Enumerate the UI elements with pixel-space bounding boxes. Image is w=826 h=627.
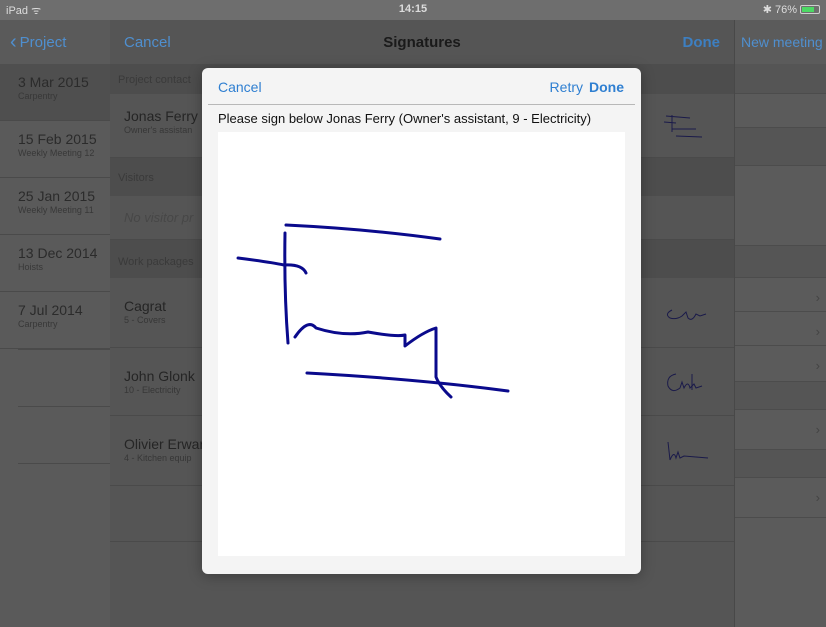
chevron-right-icon: › bbox=[815, 324, 820, 339]
meeting-list-item[interactable]: 7 Jul 2014 Carpentry bbox=[0, 292, 117, 349]
detail-row[interactable]: › bbox=[735, 410, 826, 450]
detail-section-header bbox=[735, 450, 826, 478]
back-to-project-button[interactable]: ‹ Project bbox=[0, 20, 117, 64]
status-clock: 14:15 bbox=[398, 3, 428, 15]
meeting-date: 25 Jan 2015 bbox=[18, 188, 96, 204]
meeting-subtitle: Hoists bbox=[18, 262, 44, 272]
list-divider bbox=[18, 463, 117, 520]
dialog-header: Cancel Retry Done bbox=[202, 68, 641, 104]
signature-thumbnail bbox=[667, 441, 709, 461]
signature-canvas[interactable] bbox=[218, 132, 625, 556]
chevron-left-icon: ‹ bbox=[10, 31, 17, 53]
battery-indicator: ✱ 76% bbox=[763, 3, 820, 16]
back-label: Project bbox=[19, 33, 67, 51]
chevron-right-icon: › bbox=[815, 422, 820, 437]
detail-row[interactable]: › bbox=[735, 478, 826, 518]
battery-icon bbox=[800, 5, 820, 14]
meeting-date: 15 Feb 2015 bbox=[18, 131, 97, 147]
detail-section-header bbox=[735, 128, 826, 166]
meeting-list-item[interactable]: 13 Dec 2014 Hoists bbox=[0, 235, 117, 292]
meeting-date: 7 Jul 2014 bbox=[18, 302, 83, 318]
chevron-right-icon: › bbox=[815, 290, 820, 305]
meeting-list-item[interactable]: 25 Jan 2015 Weekly Meeting 11 bbox=[0, 178, 117, 235]
chevron-right-icon: › bbox=[815, 358, 820, 373]
list-divider bbox=[18, 406, 117, 463]
meeting-date: 13 Dec 2014 bbox=[18, 245, 98, 261]
detail-row[interactable]: › bbox=[735, 278, 826, 312]
signature-thumbnail bbox=[663, 115, 703, 138]
dialog-cancel-button[interactable]: Cancel bbox=[218, 79, 262, 95]
new-meeting-button[interactable]: New meeting bbox=[735, 20, 826, 64]
status-bar: iPad ᯤ 14:15 ✱ 76% bbox=[0, 0, 826, 20]
sign-instructions: Please sign below Jonas Ferry (Owner's a… bbox=[218, 111, 592, 126]
meeting-list: 3 Mar 2015 Carpentry 15 Feb 2015 Weekly … bbox=[0, 64, 117, 520]
meeting-list-pane: ‹ Project 3 Mar 2015 Carpentry 15 Feb 20… bbox=[0, 20, 118, 627]
meeting-date: 3 Mar 2015 bbox=[18, 74, 89, 90]
detail-row[interactable]: › bbox=[735, 312, 826, 346]
detail-section-header bbox=[735, 246, 826, 278]
detail-row bbox=[735, 94, 826, 128]
dialog-retry-button[interactable]: Retry bbox=[550, 79, 583, 95]
signatures-nav-bar: Cancel Signatures Done bbox=[110, 20, 734, 64]
bluetooth-icon: ✱ bbox=[762, 4, 772, 16]
battery-percent: 76% bbox=[774, 3, 797, 16]
list-divider bbox=[18, 349, 117, 406]
signature-thumbnail bbox=[667, 373, 703, 392]
page-title: Signatures bbox=[383, 34, 461, 51]
dialog-done-button[interactable]: Done bbox=[589, 79, 624, 95]
signature-dialog: Cancel Retry Done Please sign below Jona… bbox=[202, 68, 641, 574]
detail-section-header bbox=[735, 382, 826, 410]
detail-section-header bbox=[735, 64, 826, 94]
meeting-subtitle: Weekly Meeting 11 bbox=[18, 205, 94, 215]
meeting-subtitle: Carpentry bbox=[18, 319, 58, 329]
detail-row[interactable]: › bbox=[735, 346, 826, 382]
meeting-subtitle: Carpentry bbox=[18, 91, 58, 101]
detail-row bbox=[735, 166, 826, 246]
meeting-detail-pane: New meeting › › › › › bbox=[734, 20, 826, 627]
nav-done-button[interactable]: Done bbox=[683, 34, 721, 51]
chevron-right-icon: › bbox=[815, 490, 820, 505]
meeting-subtitle: Weekly Meeting 12 bbox=[18, 148, 95, 158]
drawn-signature bbox=[236, 223, 510, 399]
signature-thumbnail bbox=[666, 309, 707, 320]
meeting-list-item[interactable]: 3 Mar 2015 Carpentry bbox=[0, 64, 117, 121]
meeting-list-item[interactable]: 15 Feb 2015 Weekly Meeting 12 bbox=[0, 121, 117, 178]
